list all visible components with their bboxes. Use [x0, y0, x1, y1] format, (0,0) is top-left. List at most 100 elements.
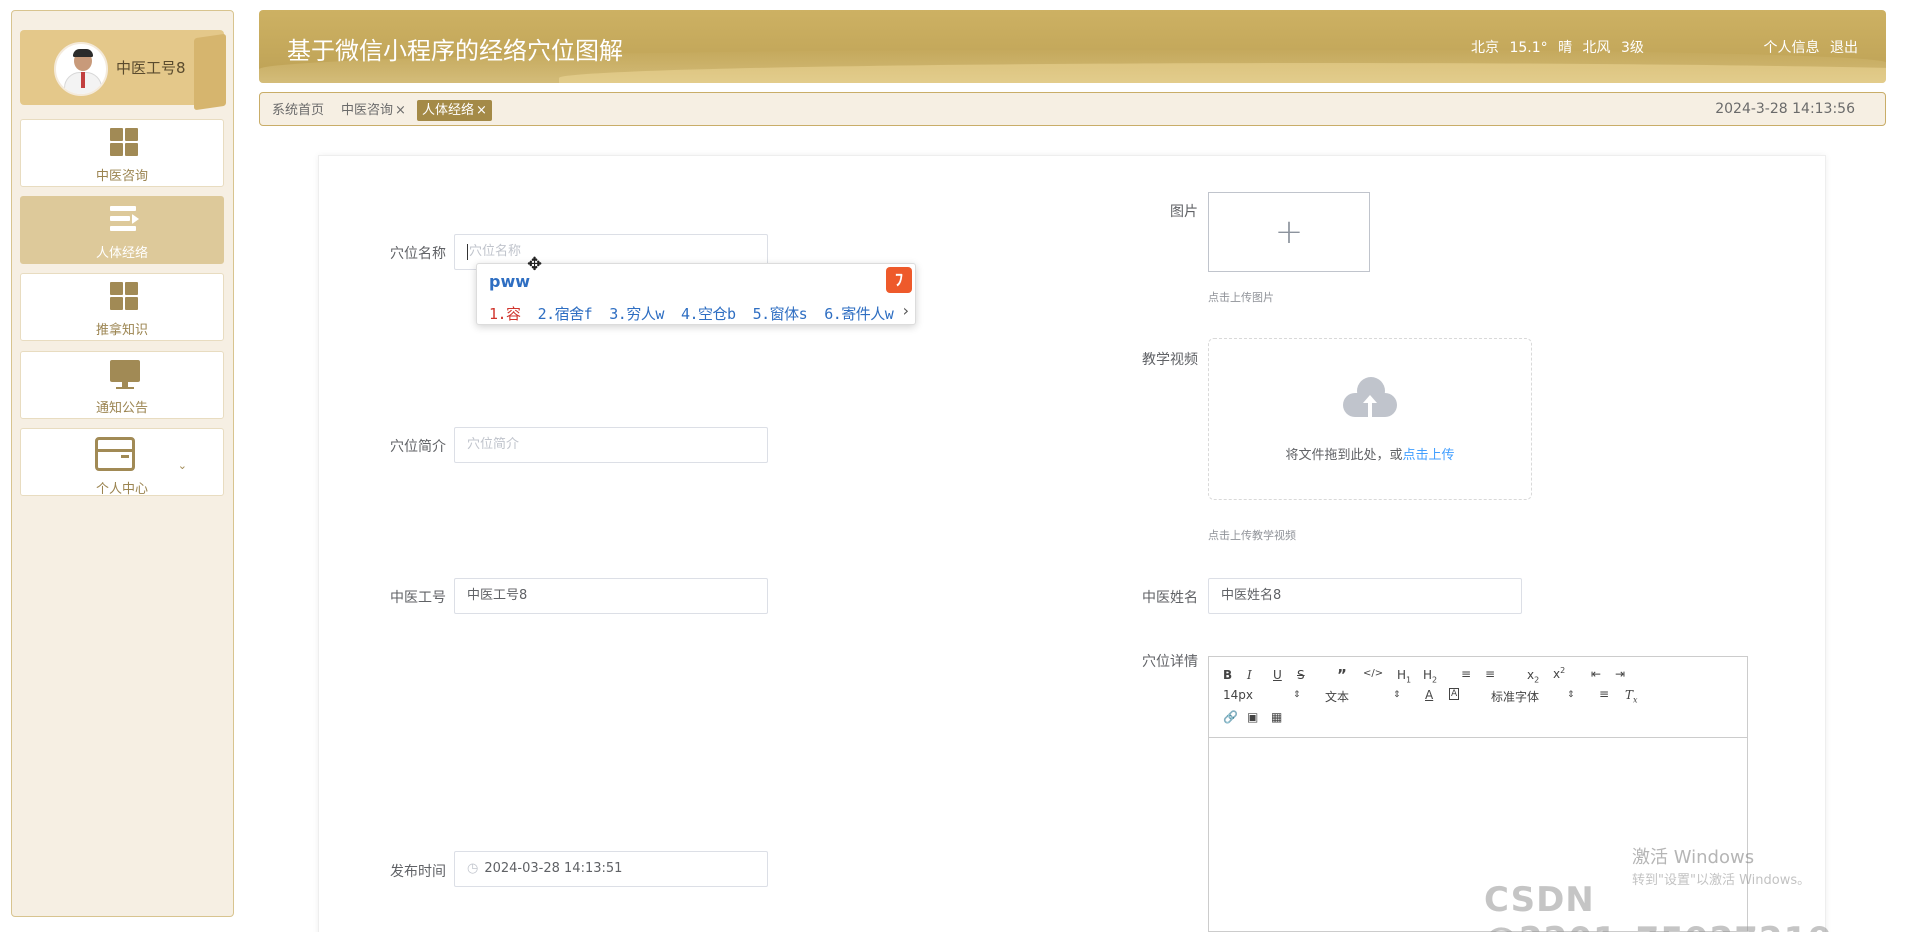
- video-hint: 点击上传教学视频: [1208, 529, 1296, 542]
- weather-city: 北京: [1471, 40, 1499, 56]
- weather-level: 3级: [1620, 40, 1644, 56]
- logout-link[interactable]: 退出: [1830, 40, 1858, 56]
- header-select[interactable]: 文本: [1325, 688, 1349, 705]
- acupoint-detail-label: 穴位详情: [1142, 654, 1198, 670]
- superscript-icon[interactable]: x2: [1553, 666, 1565, 681]
- grid-icon: [110, 128, 138, 156]
- outdent-icon[interactable]: ⇤: [1591, 667, 1601, 681]
- sidebar-item-label: 人体经络: [95, 246, 148, 261]
- acupoint-intro-placeholder: 穴位简介: [467, 437, 520, 452]
- site-title: 基于微信小程序的经络穴位图解: [287, 37, 623, 65]
- tab-meridians[interactable]: 人体经络 ×: [417, 100, 492, 121]
- video-icon[interactable]: ▦: [1271, 710, 1282, 724]
- underline-icon[interactable]: U: [1273, 668, 1282, 682]
- list-icon: [110, 205, 139, 233]
- blockquote-icon[interactable]: ”: [1337, 666, 1347, 684]
- ime-logo-icon: ﾌ: [886, 267, 912, 293]
- subscript-icon[interactable]: x2: [1527, 668, 1539, 684]
- font-color-icon[interactable]: A: [1425, 688, 1433, 702]
- card-flag-decoration: [194, 33, 226, 111]
- align-icon[interactable]: ≡: [1599, 687, 1609, 701]
- close-icon[interactable]: ×: [476, 103, 487, 118]
- select-arrows-icon: ⇕: [1293, 690, 1301, 700]
- avatar: [54, 42, 108, 96]
- doctor-id-input[interactable]: 中医工号8: [454, 578, 768, 614]
- sidebar-item-notice[interactable]: 通知公告: [20, 351, 224, 419]
- h1-icon[interactable]: H1: [1397, 668, 1411, 684]
- bold-icon[interactable]: B: [1223, 668, 1232, 682]
- doctor-id-label: 中医工号: [390, 590, 446, 606]
- tab-label: 系统首页: [272, 103, 325, 118]
- grid-icon: [110, 282, 138, 310]
- video-label: 教学视频: [1142, 352, 1198, 368]
- activation-watermark: 激活 Windows: [1632, 847, 1755, 868]
- ime-candidate[interactable]: 1.容: [489, 305, 521, 323]
- weather-info: 北京 15.1° 晴 北风 3级: [1471, 37, 1650, 57]
- ime-composition: pww: [489, 272, 531, 291]
- link-icon[interactable]: 🔗: [1223, 710, 1238, 724]
- italic-icon[interactable]: I: [1247, 668, 1252, 682]
- clear-format-icon[interactable]: Tx: [1625, 688, 1638, 704]
- chevron-down-icon[interactable]: ⌄: [178, 459, 187, 472]
- user-card[interactable]: 中医工号8: [20, 30, 226, 111]
- strike-icon[interactable]: S: [1297, 668, 1305, 682]
- publish-time-value: 2024-03-28 14:13:51: [484, 861, 623, 876]
- sidebar-item-label: 个人中心: [95, 482, 148, 497]
- sidebar-item-label: 中医咨询: [95, 169, 148, 184]
- ime-candidates: 1.容 2.宿舍f 3.穷人w 4.空仓b 5.窗体s 6.寄件人w: [489, 303, 894, 324]
- indent-icon[interactable]: ⇥: [1615, 667, 1625, 681]
- image-upload-button[interactable]: +: [1208, 192, 1370, 272]
- background-color-icon[interactable]: A: [1449, 688, 1460, 700]
- select-arrows-icon: ⇕: [1567, 690, 1575, 700]
- editor-toolbar: B I U S ” </> H1 H2 ≡ ≡ x2 x2 ⇤ ⇥ 14px ⇕…: [1209, 657, 1747, 738]
- dropzone-upload-link[interactable]: 点击上传: [1403, 448, 1455, 463]
- csdn-watermark: CSDN @2201_75927219: [1484, 880, 1832, 932]
- move-cursor-icon: ✥: [527, 254, 543, 275]
- top-header: 基于微信小程序的经络穴位图解 北京 15.1° 晴 北风 3级 个人信息 退出: [259, 10, 1886, 83]
- avatar-tie: [81, 72, 85, 88]
- ime-candidate[interactable]: 3.穷人w: [609, 305, 664, 323]
- clock-icon: ◷: [467, 861, 479, 876]
- ime-candidate[interactable]: 5.窗体s: [753, 305, 808, 323]
- weather-temp: 15.1°: [1509, 40, 1548, 56]
- font-family-select[interactable]: 标准字体: [1491, 688, 1539, 705]
- image-label: 图片: [1170, 204, 1198, 220]
- upload-cloud-icon: [1343, 377, 1397, 417]
- sidebar-item-consult[interactable]: 中医咨询: [20, 119, 224, 187]
- monitor-icon: [110, 360, 140, 389]
- image-icon[interactable]: ▣: [1247, 710, 1258, 724]
- sidebar: 中医工号8 中医咨询 人体经络 推拿知识 通知公告 个人中心 ⌄: [11, 10, 234, 917]
- plus-icon: +: [1274, 212, 1304, 252]
- profile-link[interactable]: 个人信息: [1764, 40, 1820, 56]
- header-links: 个人信息 退出: [1758, 37, 1858, 57]
- doctor-name-input[interactable]: 中医姓名8: [1208, 578, 1522, 614]
- acupoint-name-placeholder: 穴位名称: [469, 244, 522, 259]
- app-root: 中医工号8 中医咨询 人体经络 推拿知识 通知公告 个人中心 ⌄ 基于微信小程序…: [0, 0, 1920, 932]
- tab-home[interactable]: 系统首页: [267, 100, 329, 121]
- sidebar-item-meridians[interactable]: 人体经络: [20, 196, 224, 264]
- dropzone-text-main: 将文件拖到此处，或: [1285, 448, 1403, 463]
- wallet-icon: [95, 437, 135, 471]
- ime-candidate[interactable]: 4.空仓b: [681, 305, 736, 323]
- publish-time-input[interactable]: ◷ 2024-03-28 14:13:51: [454, 851, 768, 887]
- tab-label: 中医咨询: [341, 103, 394, 118]
- ime-candidate[interactable]: 6.寄件人w: [824, 305, 894, 323]
- weather-wind: 北风: [1582, 40, 1611, 56]
- code-block-icon[interactable]: </>: [1363, 668, 1383, 679]
- chevron-right-icon[interactable]: ›: [903, 301, 909, 320]
- sidebar-item-massage[interactable]: 推拿知识: [20, 273, 224, 341]
- avatar-hair: [73, 49, 93, 57]
- sidebar-item-personal[interactable]: 个人中心 ⌄: [20, 428, 224, 497]
- acupoint-intro-input[interactable]: 穴位简介: [454, 427, 768, 463]
- tab-consult[interactable]: 中医咨询 ×: [336, 100, 411, 121]
- video-dropzone[interactable]: 将文件拖到此处，或点击上传: [1208, 338, 1532, 500]
- image-hint: 点击上传图片: [1208, 291, 1274, 304]
- close-icon[interactable]: ×: [395, 103, 406, 118]
- ordered-list-icon[interactable]: ≡: [1461, 667, 1471, 681]
- font-size-select[interactable]: 14px: [1223, 688, 1253, 702]
- ime-candidate[interactable]: 2.宿舍f: [538, 305, 593, 323]
- user-name: 中医工号8: [116, 59, 186, 77]
- bullet-list-icon[interactable]: ≡: [1485, 667, 1495, 681]
- doctor-name-label: 中医姓名: [1142, 590, 1198, 606]
- h2-icon[interactable]: H2: [1423, 668, 1437, 684]
